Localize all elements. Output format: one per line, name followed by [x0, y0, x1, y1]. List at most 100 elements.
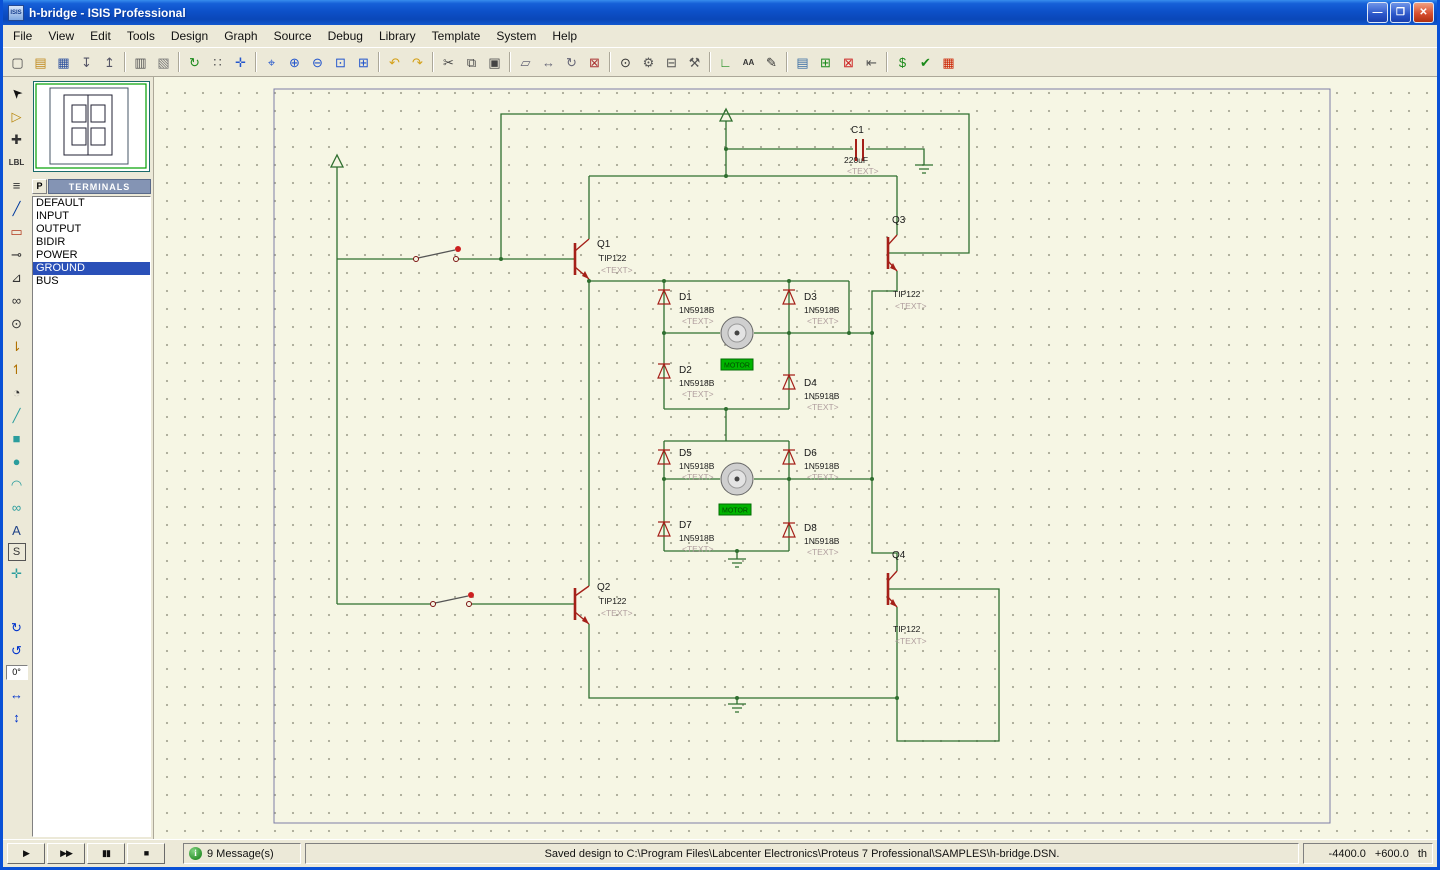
menu-template[interactable]: Template [424, 27, 489, 45]
paste-icon[interactable]: ▣ [484, 52, 505, 73]
packaging-tool-icon[interactable]: ⊟ [661, 52, 682, 73]
step-button[interactable]: ▶▶ [47, 843, 85, 864]
menu-debug[interactable]: Debug [320, 27, 371, 45]
undo-icon[interactable]: ↶ [384, 52, 405, 73]
device-pin-mode-icon[interactable]: ⊸ [6, 244, 27, 265]
menu-view[interactable]: View [40, 27, 82, 45]
buses-mode-icon[interactable]: ╱ [6, 198, 27, 219]
copy-icon[interactable]: ⧉ [461, 52, 482, 73]
rotation-angle-box[interactable]: 0° [6, 665, 28, 680]
mirror-horizontal-icon[interactable]: ↔ [6, 684, 27, 705]
2d-symbol-mode-icon[interactable]: S [8, 543, 26, 561]
graph-mode-icon[interactable]: ⊿ [6, 267, 27, 288]
export-section-icon[interactable]: ↥ [99, 52, 120, 73]
generator-mode-icon[interactable]: ⊙ [6, 313, 27, 334]
title-bar[interactable]: ISIS h-bridge - ISIS Professional —❐✕ [3, 0, 1437, 25]
design-explorer-icon[interactable]: ▤ [792, 52, 813, 73]
pick-device-icon[interactable]: ⊙ [615, 52, 636, 73]
overview-window[interactable] [33, 81, 150, 172]
menu-help[interactable]: Help [544, 27, 585, 45]
import-section-icon[interactable]: ↧ [76, 52, 97, 73]
terminal-item-bidir[interactable]: BIDIR [33, 236, 150, 249]
switch-lower[interactable] [431, 592, 475, 607]
rotate-block-icon[interactable]: ↻ [561, 52, 582, 73]
search-tag-icon[interactable]: AA [738, 52, 759, 73]
minimize-button[interactable]: — [1367, 2, 1388, 23]
terminal-item-input[interactable]: INPUT [33, 210, 150, 223]
schematic-wires[interactable] [337, 114, 999, 741]
menu-design[interactable]: Design [163, 27, 216, 45]
wire-label-mode-icon[interactable]: LBL [6, 152, 27, 173]
schematic-canvas[interactable]: MOTOR MOTOR C1 220uF <TEXT> Q1 TIP122 < [154, 77, 1437, 839]
zoom-out-icon[interactable]: ⊖ [307, 52, 328, 73]
new-sheet-icon[interactable]: ⊞ [815, 52, 836, 73]
menu-file[interactable]: File [5, 27, 40, 45]
menu-system[interactable]: System [488, 27, 544, 45]
mark-output-area-icon[interactable]: ▧ [153, 52, 174, 73]
subcircuit-mode-icon[interactable]: ▭ [6, 221, 27, 242]
selection-mode-icon[interactable]: ➤ [2, 79, 32, 109]
cut-icon[interactable]: ✂ [438, 52, 459, 73]
save-design-icon[interactable]: ▦ [53, 52, 74, 73]
power-terminal-top[interactable] [720, 109, 732, 121]
switch-upper[interactable] [414, 246, 462, 262]
pause-button[interactable]: ▮▮ [87, 843, 125, 864]
open-design-icon[interactable]: ▤ [30, 52, 51, 73]
menu-tools[interactable]: Tools [119, 27, 163, 45]
toggle-grid-icon[interactable]: ∷ [207, 52, 228, 73]
virtual-instruments-mode-icon[interactable]: ◔ [6, 382, 27, 403]
2d-circle-mode-icon[interactable]: ● [6, 451, 27, 472]
electrical-rule-check-icon[interactable]: ✔ [915, 52, 936, 73]
zoom-in-icon[interactable]: ⊕ [284, 52, 305, 73]
zoom-area-icon[interactable]: ⊞ [353, 52, 374, 73]
terminal-item-ground[interactable]: GROUND [33, 262, 150, 275]
motor-1[interactable]: MOTOR [721, 317, 753, 370]
message-panel[interactable]: i 9 Message(s) [183, 843, 301, 864]
2d-marker-mode-icon[interactable]: ✛ [6, 563, 27, 584]
play-button[interactable]: ▶ [7, 843, 45, 864]
stop-button[interactable]: ■ [127, 843, 165, 864]
wire-autorouter-icon[interactable]: ∟ [715, 52, 736, 73]
menu-edit[interactable]: Edit [82, 27, 119, 45]
bill-of-materials-icon[interactable]: $ [892, 52, 913, 73]
motor-2[interactable]: MOTOR [719, 463, 753, 515]
power-terminal-left[interactable] [331, 155, 343, 167]
decompose-icon[interactable]: ⚒ [684, 52, 705, 73]
redo-icon[interactable]: ↷ [407, 52, 428, 73]
terminal-item-default[interactable]: DEFAULT [33, 197, 150, 210]
menu-source[interactable]: Source [266, 27, 320, 45]
netlist-to-ares-icon[interactable]: ▦ [938, 52, 959, 73]
2d-arc-mode-icon[interactable]: ◠ [6, 474, 27, 495]
2d-box-mode-icon[interactable]: ■ [6, 428, 27, 449]
rotate-clockwise-icon[interactable]: ↻ [6, 617, 27, 638]
2d-line-mode-icon[interactable]: ╱ [6, 405, 27, 426]
maximize-button[interactable]: ❐ [1390, 2, 1411, 23]
new-design-icon[interactable]: ▢ [7, 52, 28, 73]
pick-devices-button[interactable]: P [32, 179, 47, 194]
menu-library[interactable]: Library [371, 27, 424, 45]
current-probe-mode-icon[interactable]: ↿ [6, 359, 27, 380]
delete-block-icon[interactable]: ⊠ [584, 52, 605, 73]
text-script-mode-icon[interactable]: ≡ [6, 175, 27, 196]
rotate-anticlockwise-icon[interactable]: ↺ [6, 640, 27, 661]
component-mode-icon[interactable]: ▷ [6, 106, 27, 127]
toggle-false-origin-icon[interactable]: ✛ [230, 52, 251, 73]
terminal-item-bus[interactable]: BUS [33, 275, 150, 288]
junction-dot-mode-icon[interactable]: ✚ [6, 129, 27, 150]
zoom-all-icon[interactable]: ⊡ [330, 52, 351, 73]
voltage-probe-mode-icon[interactable]: ⇂ [6, 336, 27, 357]
tape-recorder-mode-icon[interactable]: ∞ [6, 290, 27, 311]
move-block-icon[interactable]: ↔ [538, 52, 559, 73]
terminal-item-output[interactable]: OUTPUT [33, 223, 150, 236]
remove-sheet-icon[interactable]: ⊠ [838, 52, 859, 73]
make-device-icon[interactable]: ⚙ [638, 52, 659, 73]
goto-sheet-icon[interactable]: ⇤ [861, 52, 882, 73]
2d-text-mode-icon[interactable]: A [6, 520, 27, 541]
2d-path-mode-icon[interactable]: ∞ [6, 497, 27, 518]
terminal-item-power[interactable]: POWER [33, 249, 150, 262]
redraw-display-icon[interactable]: ↻ [184, 52, 205, 73]
close-button[interactable]: ✕ [1413, 2, 1434, 23]
center-at-cursor-icon[interactable]: ⌖ [261, 52, 282, 73]
mirror-vertical-icon[interactable]: ↕ [6, 707, 27, 728]
menu-graph[interactable]: Graph [216, 27, 265, 45]
